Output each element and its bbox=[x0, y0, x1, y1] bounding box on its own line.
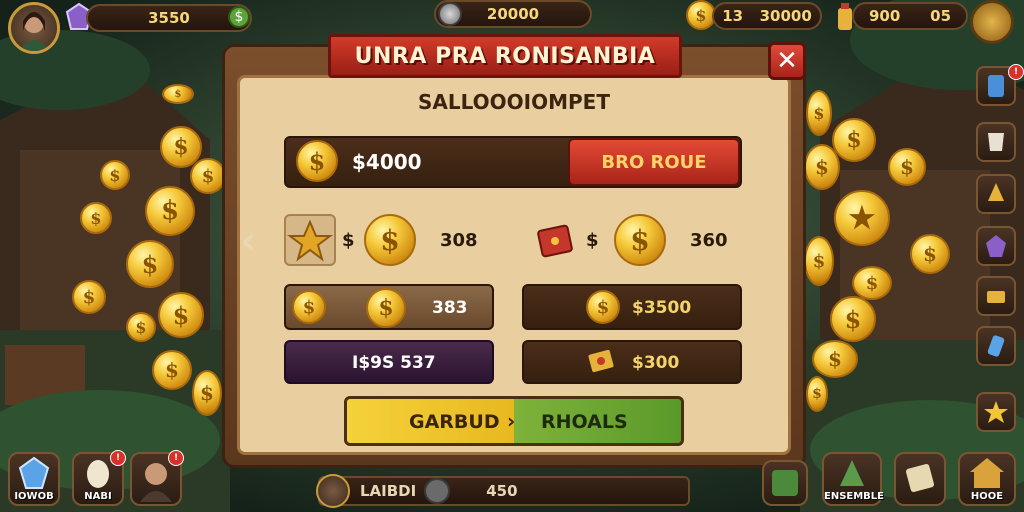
bottom-button-crystal-label: IOWOB bbox=[14, 491, 54, 502]
gold-coin-icon: $ bbox=[72, 280, 106, 314]
top-offer-button-label: BRO ROUE bbox=[601, 151, 707, 173]
gold-coin-icon: $ bbox=[812, 340, 858, 378]
prev-arrow-icon[interactable]: ‹ bbox=[240, 218, 256, 264]
side-button-bar[interactable] bbox=[976, 276, 1016, 316]
gold-coin-icon: $ bbox=[145, 186, 195, 236]
gold-coin-icon: $ bbox=[806, 90, 832, 136]
gold-coin-icon: $ bbox=[804, 144, 840, 190]
dialog-title: UNRA PRA RONISANBIA bbox=[328, 34, 682, 78]
gold-coin-icon: $ bbox=[296, 140, 338, 182]
hero-badge-icon bbox=[316, 474, 350, 508]
notification-badge: ! bbox=[110, 450, 126, 466]
gold-coin-icon: $ bbox=[162, 84, 194, 104]
gem-pack-icon bbox=[586, 346, 616, 376]
gold-coin-icon: $ bbox=[190, 158, 226, 194]
energy-bar: 900 05 bbox=[852, 2, 968, 30]
dialog-title-text: UNRA PRA RONISANBIA bbox=[354, 43, 656, 69]
top-offer-button[interactable]: BRO ROUE bbox=[568, 138, 740, 186]
bottom-info-value: 450 bbox=[486, 482, 518, 500]
offer-right-value: 360 bbox=[690, 230, 728, 251]
close-button[interactable]: ✕ bbox=[768, 42, 806, 80]
gold-coin-icon: $ bbox=[126, 312, 156, 342]
low-right-value: $300 bbox=[632, 353, 680, 373]
mid-left-value: 383 bbox=[432, 298, 468, 318]
gold-coin-icon: $ bbox=[910, 234, 950, 274]
gold-coin-icon: $ bbox=[830, 296, 876, 342]
notification-badge: ! bbox=[1008, 64, 1024, 80]
bottom-button-home-label: HOOE bbox=[970, 491, 1004, 502]
gold-coin-icon: $ bbox=[100, 160, 130, 190]
side-button-gold[interactable] bbox=[976, 174, 1016, 214]
arrow-right-icon: › bbox=[507, 409, 516, 433]
bottom-button-egg[interactable]: NABI ! bbox=[72, 450, 126, 506]
center-currency-value: 20000 bbox=[486, 5, 540, 23]
bottom-info-label: LAIBDI bbox=[360, 482, 417, 500]
close-icon: ✕ bbox=[776, 46, 798, 76]
low-left-value: I$9S 537 bbox=[352, 353, 436, 373]
gold-coin-icon: $ bbox=[614, 214, 666, 266]
dialog-subtitle: SALLOOOIOMPET bbox=[418, 90, 610, 114]
gold-coin-icon: $ bbox=[80, 202, 112, 234]
bottom-button-scroll[interactable] bbox=[894, 452, 946, 506]
gold-count-b: 30000 bbox=[759, 7, 812, 25]
gold-coin-icon: $ bbox=[832, 118, 876, 162]
silver-coin-icon bbox=[438, 2, 462, 26]
gold-coin-icon: $ bbox=[806, 376, 828, 412]
bottom-button-home[interactable]: HOOE bbox=[958, 452, 1016, 506]
main-action-left-label: GARBUD bbox=[409, 411, 500, 433]
player-avatar-icon[interactable] bbox=[8, 2, 60, 54]
player-currency-value: 3550 bbox=[148, 9, 190, 27]
gold-coin-icon: $ bbox=[364, 214, 416, 266]
bottom-button-ensemble-label: ENSEMBLE bbox=[824, 491, 885, 502]
search-icon[interactable] bbox=[424, 478, 450, 504]
treasure-icon[interactable] bbox=[970, 0, 1014, 44]
bottom-info-bar: LAIBDI 450 bbox=[318, 476, 690, 506]
side-button-gem[interactable] bbox=[976, 226, 1016, 266]
red-chest-icon bbox=[536, 222, 574, 258]
gold-coin-icon: $ bbox=[292, 290, 326, 324]
side-button-crystal[interactable] bbox=[976, 326, 1016, 366]
top-offer-amount: $4000 bbox=[352, 150, 422, 174]
gold-coin-icon: $ bbox=[804, 236, 834, 286]
gold-star-item-icon bbox=[284, 214, 336, 266]
mid-right-value: $3500 bbox=[632, 298, 692, 318]
offer-left-multiplier: $ bbox=[342, 230, 355, 251]
star-coin-icon: ★ bbox=[834, 190, 890, 246]
bottom-button-map[interactable] bbox=[762, 460, 808, 506]
main-action-button[interactable]: GARBUD › RHOALS bbox=[344, 396, 684, 446]
bottom-button-ensemble[interactable]: ENSEMBLE bbox=[822, 452, 885, 506]
side-button-star[interactable] bbox=[976, 392, 1016, 432]
gold-count-a: 13 bbox=[722, 7, 744, 25]
gold-coin-icon: $ bbox=[126, 240, 174, 288]
bottom-button-egg-label: NABI bbox=[84, 491, 112, 502]
gold-coin-icon: $ bbox=[152, 350, 192, 390]
gold-currency-bar: 13 30000 bbox=[712, 2, 822, 30]
gold-coin-icon: $ bbox=[158, 292, 204, 338]
main-action-right-label: RHOALS bbox=[541, 411, 628, 433]
bottom-button-hero[interactable]: ! bbox=[130, 450, 184, 506]
notification-badge: ! bbox=[168, 450, 184, 466]
offer-right-multiplier: $ bbox=[586, 230, 599, 251]
offer-left-value: 308 bbox=[440, 230, 478, 251]
gold-coin-icon: $ bbox=[888, 148, 926, 186]
gold-coin-icon: $ bbox=[192, 370, 222, 416]
gold-coin-icon: $ bbox=[366, 288, 406, 328]
bottom-button-crystal[interactable]: IOWOB bbox=[8, 452, 60, 506]
energy-timer: 05 bbox=[930, 7, 952, 25]
side-button-cup[interactable]: ! bbox=[976, 64, 1024, 106]
energy-value: 900 bbox=[868, 7, 901, 25]
gold-coin-icon: $ bbox=[852, 266, 892, 300]
side-button-scroll[interactable] bbox=[976, 122, 1016, 162]
gold-coin-icon: $ bbox=[586, 290, 620, 324]
add-currency-icon[interactable]: $ bbox=[228, 6, 250, 28]
